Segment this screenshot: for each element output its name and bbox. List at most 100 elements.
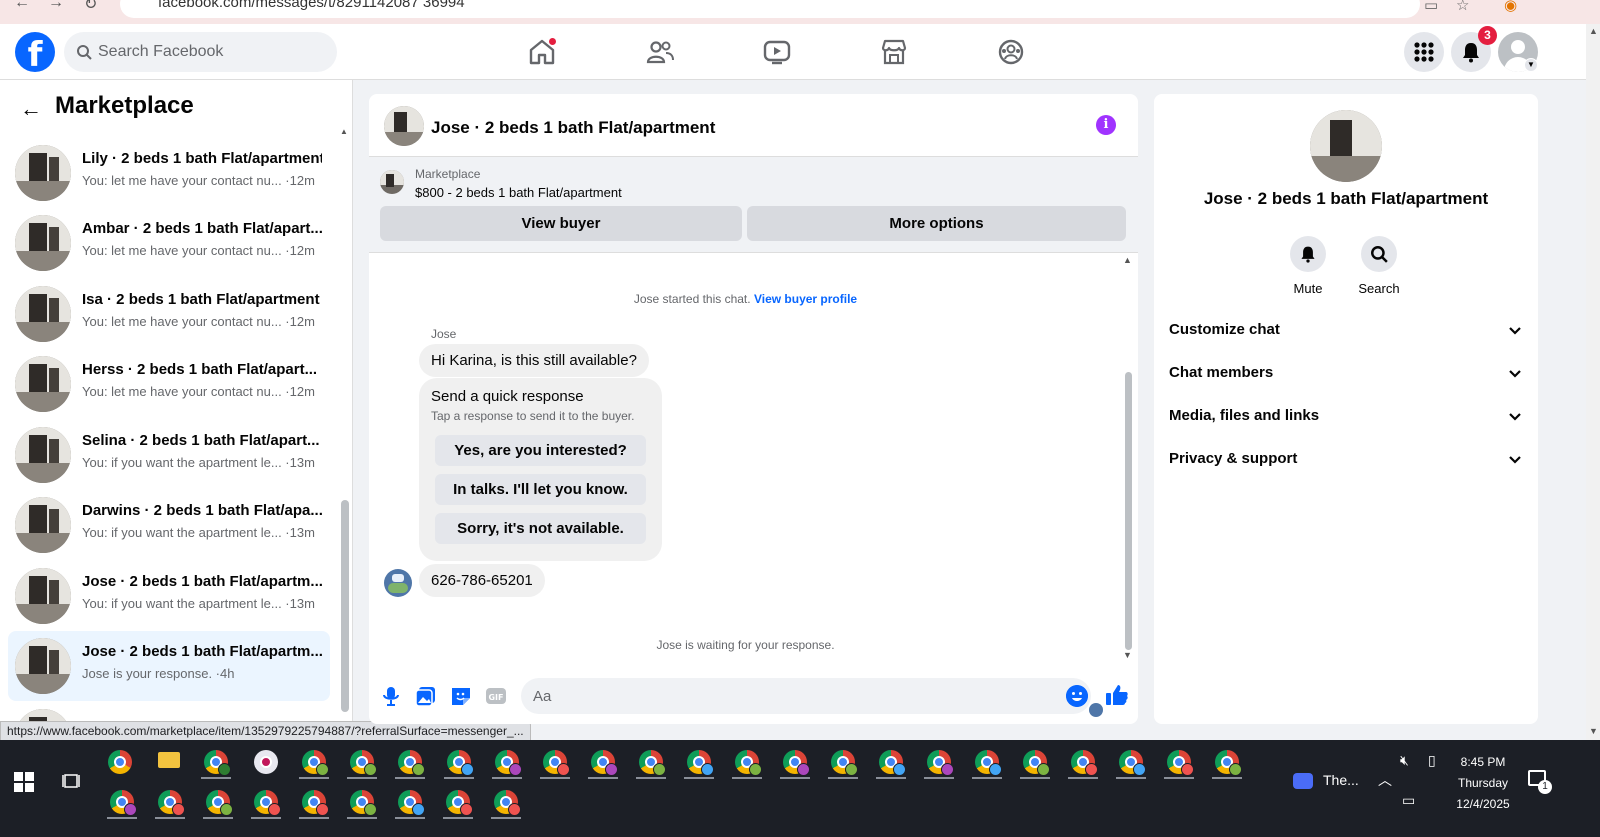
chrome-profile-taskbar-icon[interactable] xyxy=(488,744,526,780)
gif-icon[interactable]: GIF xyxy=(484,684,508,708)
bookmark-star-icon[interactable]: ☆ xyxy=(1456,0,1469,14)
chat-title[interactable]: Jose · 2 beds 1 bath Flat/apartment xyxy=(431,118,715,138)
thumbs-up-icon[interactable] xyxy=(1104,682,1130,708)
chrome-profile-taskbar-icon[interactable] xyxy=(1016,744,1054,780)
mute-action[interactable]: Mute xyxy=(1278,236,1338,296)
chrome-taskbar-icon[interactable] xyxy=(101,744,139,780)
zoom-app-icon[interactable] xyxy=(1293,773,1313,789)
network-icon[interactable]: ▭ xyxy=(1402,792,1415,809)
account-chevron-icon[interactable]: ▼ xyxy=(1524,58,1538,72)
chrome-profile-taskbar-icon[interactable] xyxy=(103,784,141,820)
chrome-profile-taskbar-icon[interactable] xyxy=(824,744,862,780)
taskbar-clock[interactable]: 8:45 PM Thursday 12/4/2025 xyxy=(1448,752,1518,815)
marketplace-icon[interactable] xyxy=(878,36,910,68)
conversation-item[interactable]: Lily · 2 beds 1 bath Flat/apartment You:… xyxy=(8,138,330,208)
chrome-profile-taskbar-icon[interactable] xyxy=(197,744,235,780)
chat-avatar[interactable] xyxy=(384,106,424,146)
video-icon[interactable] xyxy=(761,36,793,68)
chrome-profile-taskbar-icon[interactable] xyxy=(1112,744,1150,780)
page-scroll-up-icon[interactable]: ▲ xyxy=(1589,26,1598,36)
chat-scrollbar-thumb[interactable] xyxy=(1125,372,1132,650)
page-scroll-down-icon[interactable]: ▼ xyxy=(1589,726,1598,736)
task-view-icon[interactable] xyxy=(62,772,80,790)
quick-response-yes-button[interactable]: Yes, are you interested? xyxy=(435,435,646,466)
friends-icon[interactable] xyxy=(644,36,676,68)
chrome-profile-taskbar-icon[interactable] xyxy=(728,744,766,780)
chrome-profile-taskbar-icon[interactable] xyxy=(391,744,429,780)
address-url[interactable]: facebook.com/messages/t/8291142087 36994 xyxy=(158,0,465,11)
battery-icon[interactable]: ▯ xyxy=(1428,752,1436,769)
speaker-muted-icon[interactable]: 🔇︎ xyxy=(1400,752,1409,769)
microphone-icon[interactable] xyxy=(379,684,403,708)
info-avatar[interactable] xyxy=(1310,110,1382,182)
conversation-item[interactable]: Jose · 2 beds 1 bath Flat/apartm... You:… xyxy=(8,561,330,631)
chrome-profile-taskbar-icon[interactable] xyxy=(1208,744,1246,780)
facebook-logo-icon[interactable]: f xyxy=(15,32,55,72)
search-action[interactable]: Search xyxy=(1349,236,1409,296)
conversation-item[interactable]: Herss · 2 beds 1 bath Flat/apart... You:… xyxy=(8,349,330,419)
chrome-profile-taskbar-icon[interactable] xyxy=(632,744,670,780)
chrome-profile-taskbar-icon[interactable] xyxy=(584,744,622,780)
view-buyer-button[interactable]: View buyer xyxy=(380,206,742,241)
chrome-profile-taskbar-icon[interactable] xyxy=(343,784,381,820)
conversation-item[interactable]: Darwins · 2 beds 1 bath Flat/apa... You:… xyxy=(8,490,330,560)
sticker-icon[interactable] xyxy=(449,684,473,708)
chrome-profile-taskbar-icon[interactable] xyxy=(920,744,958,780)
zoom-taskbar-label[interactable]: The... xyxy=(1323,772,1359,788)
customize-chat-section[interactable]: Customize chat xyxy=(1169,311,1523,351)
windows-start-icon[interactable] xyxy=(14,772,34,792)
chrome-profile-taskbar-icon[interactable] xyxy=(1160,744,1198,780)
page-scrollbar[interactable]: ▲ ▼ xyxy=(1586,24,1600,740)
forward-icon[interactable]: → xyxy=(48,0,64,12)
privacy-support-section[interactable]: Privacy & support xyxy=(1169,440,1523,480)
listing-title[interactable]: $800 - 2 beds 1 bath Flat/apartment xyxy=(415,185,622,200)
conversation-item[interactable]: Isa · 2 beds 1 bath Flat/apartment You: … xyxy=(8,279,330,349)
chrome-profile-taskbar-icon[interactable] xyxy=(439,784,477,820)
chrome-profile-taskbar-icon[interactable] xyxy=(247,784,285,820)
chat-scroll-down-icon[interactable]: ▼ xyxy=(1123,650,1132,660)
chrome-profile-taskbar-icon[interactable] xyxy=(440,744,478,780)
chrome-profile-taskbar-icon[interactable] xyxy=(680,744,718,780)
chrome-profile-taskbar-icon[interactable] xyxy=(295,744,333,780)
groups-icon[interactable] xyxy=(995,36,1027,68)
paint-app-icon[interactable] xyxy=(247,744,285,780)
address-bar[interactable]: facebook.com/messages/t/8291142087 36994 xyxy=(120,0,1420,18)
cast-icon[interactable]: ▭ xyxy=(1424,0,1438,14)
view-buyer-profile-link[interactable]: View buyer profile xyxy=(754,292,857,306)
chrome-profile-taskbar-icon[interactable] xyxy=(487,784,525,820)
chrome-profile-taskbar-icon[interactable] xyxy=(343,744,381,780)
chrome-profile-taskbar-icon[interactable] xyxy=(968,744,1006,780)
conversation-item[interactable]: Selina · 2 beds 1 bath Flat/apart... You… xyxy=(8,420,330,490)
chat-members-section[interactable]: Chat members xyxy=(1169,354,1523,394)
quick-response-talks-button[interactable]: In talks. I'll let you know. xyxy=(435,474,646,505)
sender-avatar[interactable] xyxy=(384,569,412,597)
back-arrow-icon[interactable]: ← xyxy=(20,96,42,122)
chrome-profile-taskbar-icon[interactable] xyxy=(295,784,333,820)
chrome-profile-taskbar-icon[interactable] xyxy=(1064,744,1102,780)
back-icon[interactable]: ← xyxy=(14,0,30,12)
message-input[interactable] xyxy=(521,678,1091,714)
listing-thumbnail[interactable] xyxy=(380,170,404,194)
reload-icon[interactable]: ↻ xyxy=(84,0,97,14)
search-input[interactable] xyxy=(98,32,328,72)
menu-button[interactable] xyxy=(1404,32,1444,72)
chrome-profile-taskbar-icon[interactable] xyxy=(199,784,237,820)
tray-overflow-chevron-icon[interactable]: ︿ xyxy=(1378,770,1392,790)
chat-scroll-up-icon[interactable]: ▲ xyxy=(1123,255,1132,265)
emoji-icon[interactable] xyxy=(1066,685,1088,707)
media-files-links-section[interactable]: Media, files and links xyxy=(1169,397,1523,437)
info-icon[interactable]: i xyxy=(1096,115,1116,135)
chrome-profile-taskbar-icon[interactable] xyxy=(536,744,574,780)
file-explorer-icon[interactable] xyxy=(158,752,180,768)
chrome-profile-taskbar-icon[interactable] xyxy=(776,744,814,780)
chrome-profile-taskbar-icon[interactable] xyxy=(151,784,189,820)
sidebar-scrollbar-thumb[interactable] xyxy=(341,500,349,712)
search-box[interactable] xyxy=(64,32,337,72)
more-options-button[interactable]: More options xyxy=(747,206,1126,241)
conversation-item[interactable]: Ambar · 2 beds 1 bath Flat/apart... You:… xyxy=(8,208,330,278)
photo-icon[interactable] xyxy=(414,684,438,708)
conversation-item-active[interactable]: Jose · 2 beds 1 bath Flat/apartm... Jose… xyxy=(8,631,330,701)
quick-response-sorry-button[interactable]: Sorry, it's not available. xyxy=(435,513,646,544)
chrome-profile-taskbar-icon[interactable] xyxy=(391,784,429,820)
scroll-up-arrow-icon[interactable]: ▲ xyxy=(340,127,348,136)
